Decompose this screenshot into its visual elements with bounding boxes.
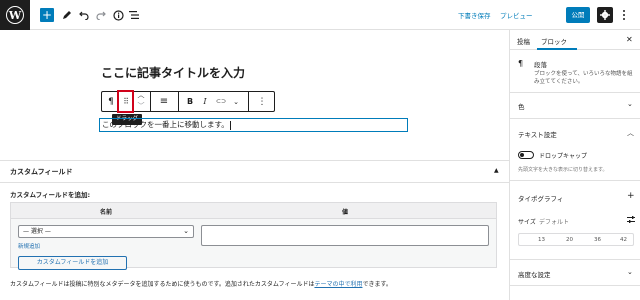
block-name: 段落 <box>534 61 547 69</box>
custom-field-name-select[interactable]: — 選択 — ⌄ <box>18 225 194 238</box>
custom-field-table: 名前 値 — 選択 — ⌄ 新規追加 カスタムフィールドを追加 <box>10 202 497 270</box>
move-up-icon[interactable]: ︿ <box>135 89 147 100</box>
gear-icon <box>600 10 610 20</box>
drag-handle-highlight <box>117 90 134 113</box>
toolbar-separator <box>248 92 249 111</box>
settings-gear-button[interactable] <box>597 7 613 23</box>
panel-text-settings-title[interactable]: テキスト設定 <box>518 129 557 139</box>
publish-button[interactable]: 公開 <box>566 7 590 23</box>
bold-button[interactable]: B <box>183 92 197 111</box>
preview-button[interactable]: プレビュー <box>500 10 533 20</box>
tools-pencil-icon[interactable] <box>59 7 75 23</box>
font-size-option[interactable]: 13 <box>538 237 545 243</box>
undo-icon[interactable] <box>76 7 92 23</box>
size-default-label: デフォルト <box>539 219 570 226</box>
drop-cap-label: ドロップキャップ <box>539 153 588 160</box>
metabox-header[interactable]: カスタムフィールド ▲ <box>0 161 509 183</box>
wordpress-logo-icon: W <box>6 6 24 24</box>
more-rich-text-chevron-icon[interactable]: ⌄ <box>230 92 242 111</box>
plus-icon[interactable]: + <box>627 191 635 201</box>
column-header-value: 値 <box>342 209 349 216</box>
custom-fields-help-text: カスタムフィールドは投稿に特別なメタデータを追加するために使うものです。追加され… <box>10 281 392 288</box>
drop-cap-help: 先頭文字を大きな表示に切り替えます。 <box>518 167 608 173</box>
add-custom-field-button[interactable]: カスタムフィールドを追加 <box>18 256 127 270</box>
size-label: サイズ <box>518 219 536 226</box>
chevron-down-icon: ⌄ <box>183 227 189 235</box>
toolbar-separator <box>150 92 151 111</box>
sidebar-tabs: 投稿 ブロック ✕ <box>510 30 640 50</box>
paragraph-block-icon[interactable]: ¶ <box>104 92 118 111</box>
paragraph-icon: ¶ <box>518 59 524 68</box>
italic-button[interactable]: I <box>199 92 211 111</box>
close-icon[interactable]: ✕ <box>626 35 633 44</box>
chevron-up-icon[interactable]: ︿ <box>627 128 634 138</box>
settings-sidebar: 投稿 ブロック ✕ ¶ 段落 ブロックを使って、いろいろな物語を組み立ててくださ… <box>509 30 640 300</box>
custom-field-value-textarea[interactable] <box>201 225 489 246</box>
font-size-picker: 13 20 36 42 <box>518 233 634 246</box>
panel-color[interactable]: 色 ⌄ <box>510 93 640 119</box>
block-description: ブロックを使って、いろいろな物語を組み立ててください。 <box>534 71 633 85</box>
link-icon[interactable]: ⊂⊃ <box>213 92 229 111</box>
column-header-name: 名前 <box>100 209 113 216</box>
collapse-toggle-icon[interactable]: ▲ <box>494 167 499 174</box>
panel-text-settings: テキスト設定 ︿ ドロップキャップ 先頭文字を大きな表示に切り替えます。 <box>510 119 640 181</box>
options-menu-button[interactable] <box>619 7 629 23</box>
save-draft-button[interactable]: 下書き保存 <box>458 10 491 20</box>
post-title-field[interactable]: ここに記事タイトルを入力 <box>101 64 245 81</box>
details-info-icon[interactable] <box>110 7 126 23</box>
paragraph-text: このブロックを一番上に移動します。 <box>102 120 229 129</box>
custom-fields-metabox: カスタムフィールド ▲ カスタムフィールドを追加: 名前 値 — 選択 — ⌄ … <box>0 160 509 300</box>
chevron-down-icon: ⌄ <box>627 100 633 108</box>
font-size-option[interactable]: 42 <box>620 237 627 243</box>
size-settings-icon[interactable] <box>627 216 635 225</box>
add-custom-field-label: カスタムフィールドを追加: <box>10 191 91 199</box>
panel-color-title: 色 <box>518 103 525 111</box>
wordpress-logo-button[interactable]: W <box>0 0 30 30</box>
text-caret <box>229 120 231 130</box>
editor-top-toolbar: W + 下書き保存 プレビュー 公開 <box>0 0 640 30</box>
add-block-button[interactable]: + <box>40 8 54 22</box>
panel-typography-title: タイポグラフィ <box>518 195 564 203</box>
enter-new-link[interactable]: 新規追加 <box>18 242 40 250</box>
block-options-icon[interactable]: ⋮ <box>254 92 270 111</box>
table-header: 名前 値 <box>11 203 496 219</box>
font-size-option[interactable]: 36 <box>594 237 601 243</box>
block-card: ¶ 段落 ブロックを使って、いろいろな物語を組み立ててください。 <box>510 50 640 93</box>
redo-icon[interactable] <box>93 7 109 23</box>
tab-block[interactable]: ブロック <box>541 36 567 46</box>
tab-post[interactable]: 投稿 <box>517 36 530 46</box>
metabox-title: カスタムフィールド <box>10 168 73 176</box>
chevron-down-icon: ⌄ <box>627 268 633 276</box>
drop-cap-toggle[interactable] <box>518 151 534 159</box>
paragraph-block[interactable]: このブロックを一番上に移動します。 <box>99 118 408 132</box>
panel-advanced[interactable]: 高度な設定 ⌄ <box>510 260 640 286</box>
panel-typography: タイポグラフィ + サイズ デフォルト 13 20 36 42 <box>510 181 640 260</box>
select-value: — 選択 — <box>23 228 51 235</box>
editor-canvas: ここに記事タイトルを入力 ¶ ⠿ ︿ ﹀ ≡ B I ⊂⊃ ⌄ ⋮ ドラッグ こ… <box>0 30 509 160</box>
list-view-icon[interactable] <box>126 7 142 23</box>
panel-advanced-title: 高度な設定 <box>518 271 551 279</box>
theme-usage-link[interactable]: テーマの中で利用 <box>314 281 362 288</box>
align-icon[interactable]: ≡ <box>156 92 172 111</box>
toolbar-separator <box>178 92 179 111</box>
move-down-icon[interactable]: ﹀ <box>135 100 147 111</box>
font-size-option[interactable]: 20 <box>566 237 573 243</box>
